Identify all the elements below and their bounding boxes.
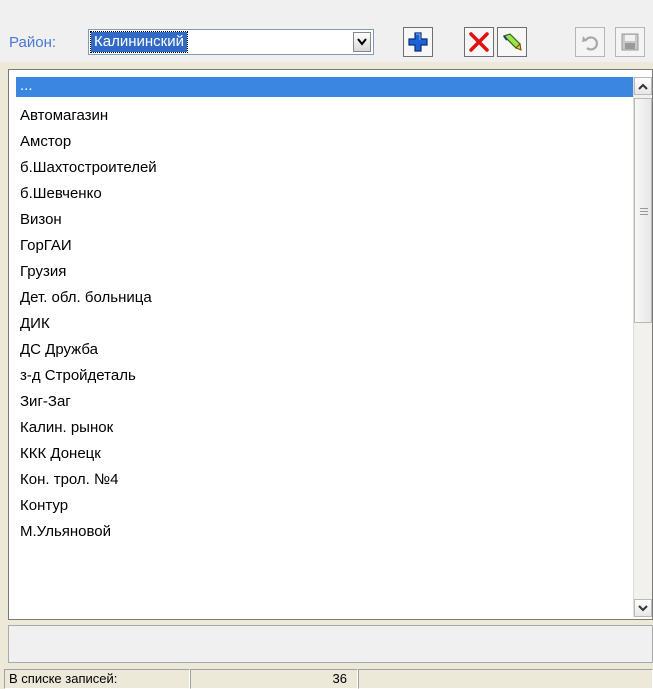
district-value: Калининский [90,31,188,53]
list-item[interactable]: Автомагазин [16,103,637,129]
list-item[interactable]: М.Ульяновой [16,519,637,545]
list-item[interactable]: Грузия [16,259,637,285]
list-item[interactable]: ККК Донецк [16,441,637,467]
undo-icon [582,36,598,51]
chevron-up-icon [638,83,648,90]
edit-button[interactable] [497,27,527,57]
list-item[interactable]: ГорГАИ [16,233,637,259]
district-select[interactable]: Калининский [88,29,374,55]
plus-icon [408,32,428,52]
list-box[interactable]: ... Автомагазин Амстор б.Шахтостроителей б.Ш… [8,69,653,620]
scroll-thumb[interactable] [634,98,652,323]
floppy-disk-icon [621,33,639,51]
status-bar: В списке записей: 36 [0,669,653,689]
status-empty-cell [358,669,653,689]
list-items: ... Автомагазин Амстор б.Шахтостроителей б.Ш… [16,77,637,617]
chevron-down-icon [638,604,648,611]
add-button[interactable] [403,27,433,57]
list-item[interactable]: ДС Дружба [16,337,637,363]
list-item[interactable]: Контур [16,493,637,519]
list-item[interactable]: ДИК [16,311,637,337]
scroll-up-button[interactable] [634,77,652,95]
district-value-area[interactable]: Калининский [90,31,351,53]
delete-button[interactable] [464,27,494,57]
pencil-icon [502,33,522,51]
scroll-down-button[interactable] [634,599,652,617]
chevron-down-icon [357,38,367,46]
records-count: 36 [190,669,358,689]
list-item[interactable]: Визон [16,207,637,233]
clipped-header-text [0,0,653,12]
details-panel [8,625,653,663]
red-x-icon [469,32,489,52]
district-label: Район: [9,34,57,51]
vertical-scrollbar[interactable] [633,77,652,617]
list-item[interactable]: ... [16,77,637,97]
list-item[interactable]: Дет. обл. больница [16,285,637,311]
list-item[interactable]: б.Шевченко [16,181,637,207]
list-item[interactable]: Амстор [16,129,637,155]
district-dropdown-button[interactable] [353,32,371,52]
list-item[interactable]: з-д Стройдеталь [16,363,637,389]
records-label: В списке записей: [4,669,190,689]
list-item[interactable]: Калин. рынок [16,415,637,441]
list-item[interactable]: б.Шахтостроителей [16,155,637,181]
save-button[interactable] [615,27,645,57]
list-item[interactable]: Зиг-Заг [16,389,637,415]
list-item[interactable]: Кон. трол. №4 [16,467,637,493]
toolbar: Район: Калининский [0,0,653,62]
undo-button[interactable] [575,27,605,57]
